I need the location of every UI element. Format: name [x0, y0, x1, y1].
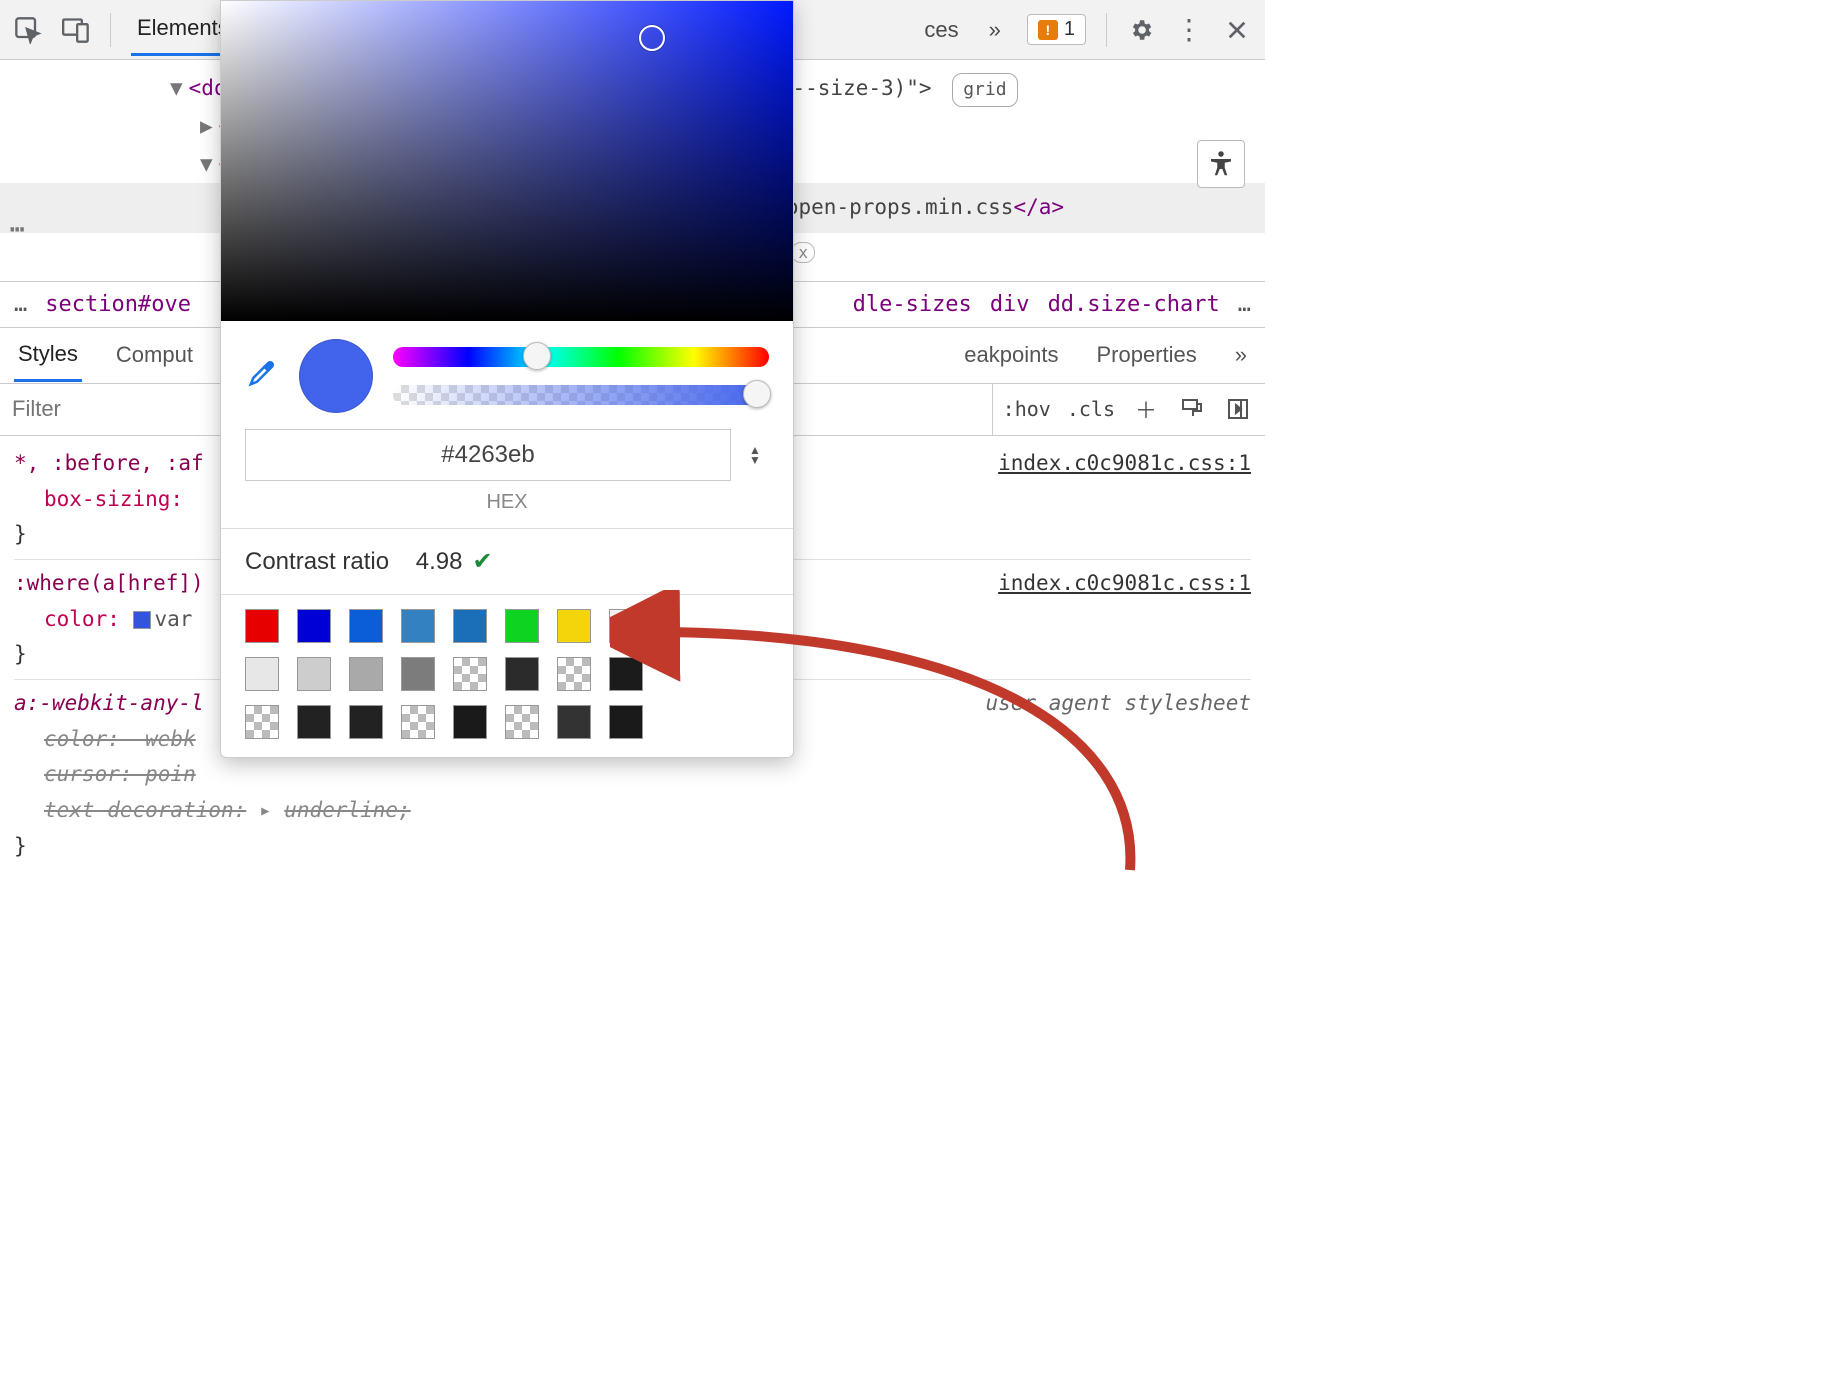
- issues-badge[interactable]: ! 1: [1027, 14, 1086, 45]
- gutter-ellipsis: ⋯: [10, 208, 24, 251]
- breadcrumb-item[interactable]: dle-sizes: [853, 292, 972, 317]
- color-swatch[interactable]: [453, 657, 487, 691]
- eyedropper-icon[interactable]: [245, 358, 279, 395]
- check-icon: ✔: [472, 547, 492, 576]
- breadcrumb-ellipsis[interactable]: …: [14, 292, 27, 317]
- gear-icon[interactable]: [1127, 16, 1155, 44]
- subtab-styles[interactable]: Styles: [14, 329, 82, 382]
- grid-badge[interactable]: grid: [952, 73, 1017, 107]
- breadcrumb-item[interactable]: section#ove: [45, 292, 191, 317]
- color-swatch[interactable]: [505, 705, 539, 739]
- color-swatch[interactable]: [557, 657, 591, 691]
- color-swatch[interactable]: [349, 609, 383, 643]
- close-pill-icon[interactable]: x: [791, 242, 815, 263]
- format-label: HEX: [221, 491, 793, 528]
- color-swatch[interactable]: [453, 609, 487, 643]
- swatches-panel: ▲▼: [221, 594, 793, 757]
- color-swatch[interactable]: [609, 657, 643, 691]
- color-picker-popover: ▲▼ HEX Contrast ratio 4.98 ✔ ▲▼: [220, 0, 794, 758]
- hex-input[interactable]: [245, 429, 731, 481]
- contrast-value: 4.98: [416, 548, 463, 576]
- color-swatch[interactable]: [609, 705, 643, 739]
- paint-icon[interactable]: [1177, 394, 1207, 424]
- accessibility-icon[interactable]: [1197, 140, 1245, 188]
- hue-slider[interactable]: [393, 347, 769, 367]
- color-swatch[interactable]: [505, 657, 539, 691]
- color-field-cursor[interactable]: [639, 25, 665, 51]
- disclosure-triangle-icon[interactable]: ▼: [200, 152, 213, 176]
- plus-icon[interactable]: ＋: [1131, 394, 1161, 424]
- tab-sources-truncated[interactable]: ces: [918, 5, 964, 55]
- color-swatch[interactable]: [297, 705, 331, 739]
- kebab-menu-icon[interactable]: ⋮: [1175, 16, 1203, 44]
- saturation-lightness-field[interactable]: [221, 1, 793, 321]
- cls-toggle[interactable]: .cls: [1067, 397, 1115, 421]
- color-swatch[interactable]: [297, 609, 331, 643]
- tabs-overflow[interactable]: »: [983, 5, 1007, 55]
- format-toggle-icon[interactable]: ▲▼: [741, 446, 769, 465]
- styles-filter-actions: :hov .cls ＋: [1003, 394, 1265, 424]
- alpha-slider[interactable]: [393, 385, 769, 405]
- breadcrumb-item[interactable]: dd.size-chart: [1048, 292, 1220, 317]
- hov-toggle[interactable]: :hov: [1003, 397, 1051, 421]
- color-swatch[interactable]: [557, 609, 591, 643]
- close-icon[interactable]: [1223, 16, 1251, 44]
- color-swatch[interactable]: [505, 609, 539, 643]
- color-swatch[interactable]: [401, 657, 435, 691]
- color-value-row: ▲▼: [221, 419, 793, 491]
- contrast-ratio-row[interactable]: Contrast ratio 4.98 ✔: [221, 528, 793, 594]
- panel-layout-icon[interactable]: [1223, 394, 1253, 424]
- color-swatch-icon[interactable]: [133, 611, 151, 629]
- color-swatch[interactable]: [453, 705, 487, 739]
- issues-count: 1: [1064, 18, 1075, 41]
- rule-source-link[interactable]: index.c0c9081c.css:1: [998, 566, 1251, 602]
- color-swatch[interactable]: [245, 657, 279, 691]
- divider: [110, 13, 111, 47]
- device-toggle-icon[interactable]: [62, 16, 90, 44]
- slider-handle[interactable]: [523, 342, 551, 370]
- divider: [1106, 13, 1107, 47]
- inspect-element-icon[interactable]: [14, 16, 42, 44]
- color-swatch[interactable]: [609, 609, 643, 643]
- rule-source-link[interactable]: index.c0c9081c.css:1: [998, 446, 1251, 482]
- contrast-label: Contrast ratio: [245, 548, 389, 576]
- breadcrumb-ellipsis[interactable]: …: [1238, 292, 1251, 317]
- color-swatch[interactable]: [349, 705, 383, 739]
- color-picker-controls: [221, 321, 793, 419]
- color-swatch[interactable]: [401, 609, 435, 643]
- color-swatch[interactable]: [557, 705, 591, 739]
- disclosure-triangle-icon[interactable]: ▼: [170, 76, 183, 100]
- color-swatch[interactable]: [349, 657, 383, 691]
- subtab-properties[interactable]: Properties: [1092, 330, 1200, 380]
- disclosure-triangle-icon[interactable]: ▶: [200, 114, 213, 138]
- warning-icon: !: [1038, 20, 1058, 40]
- current-color-preview: [299, 339, 373, 413]
- color-swatch[interactable]: [297, 657, 331, 691]
- color-swatch[interactable]: [245, 705, 279, 739]
- subtabs-overflow[interactable]: »: [1231, 330, 1251, 380]
- subtab-breakpoints[interactable]: eakpoints: [960, 330, 1062, 380]
- color-swatch[interactable]: [401, 705, 435, 739]
- swatch-scroll-icon[interactable]: ▲▼: [661, 617, 681, 634]
- subtab-computed[interactable]: Comput: [112, 330, 197, 380]
- rule-source-label: user agent stylesheet: [985, 686, 1251, 722]
- color-swatch[interactable]: [245, 609, 279, 643]
- breadcrumb-item[interactable]: div: [990, 292, 1030, 317]
- slider-handle[interactable]: [743, 380, 771, 408]
